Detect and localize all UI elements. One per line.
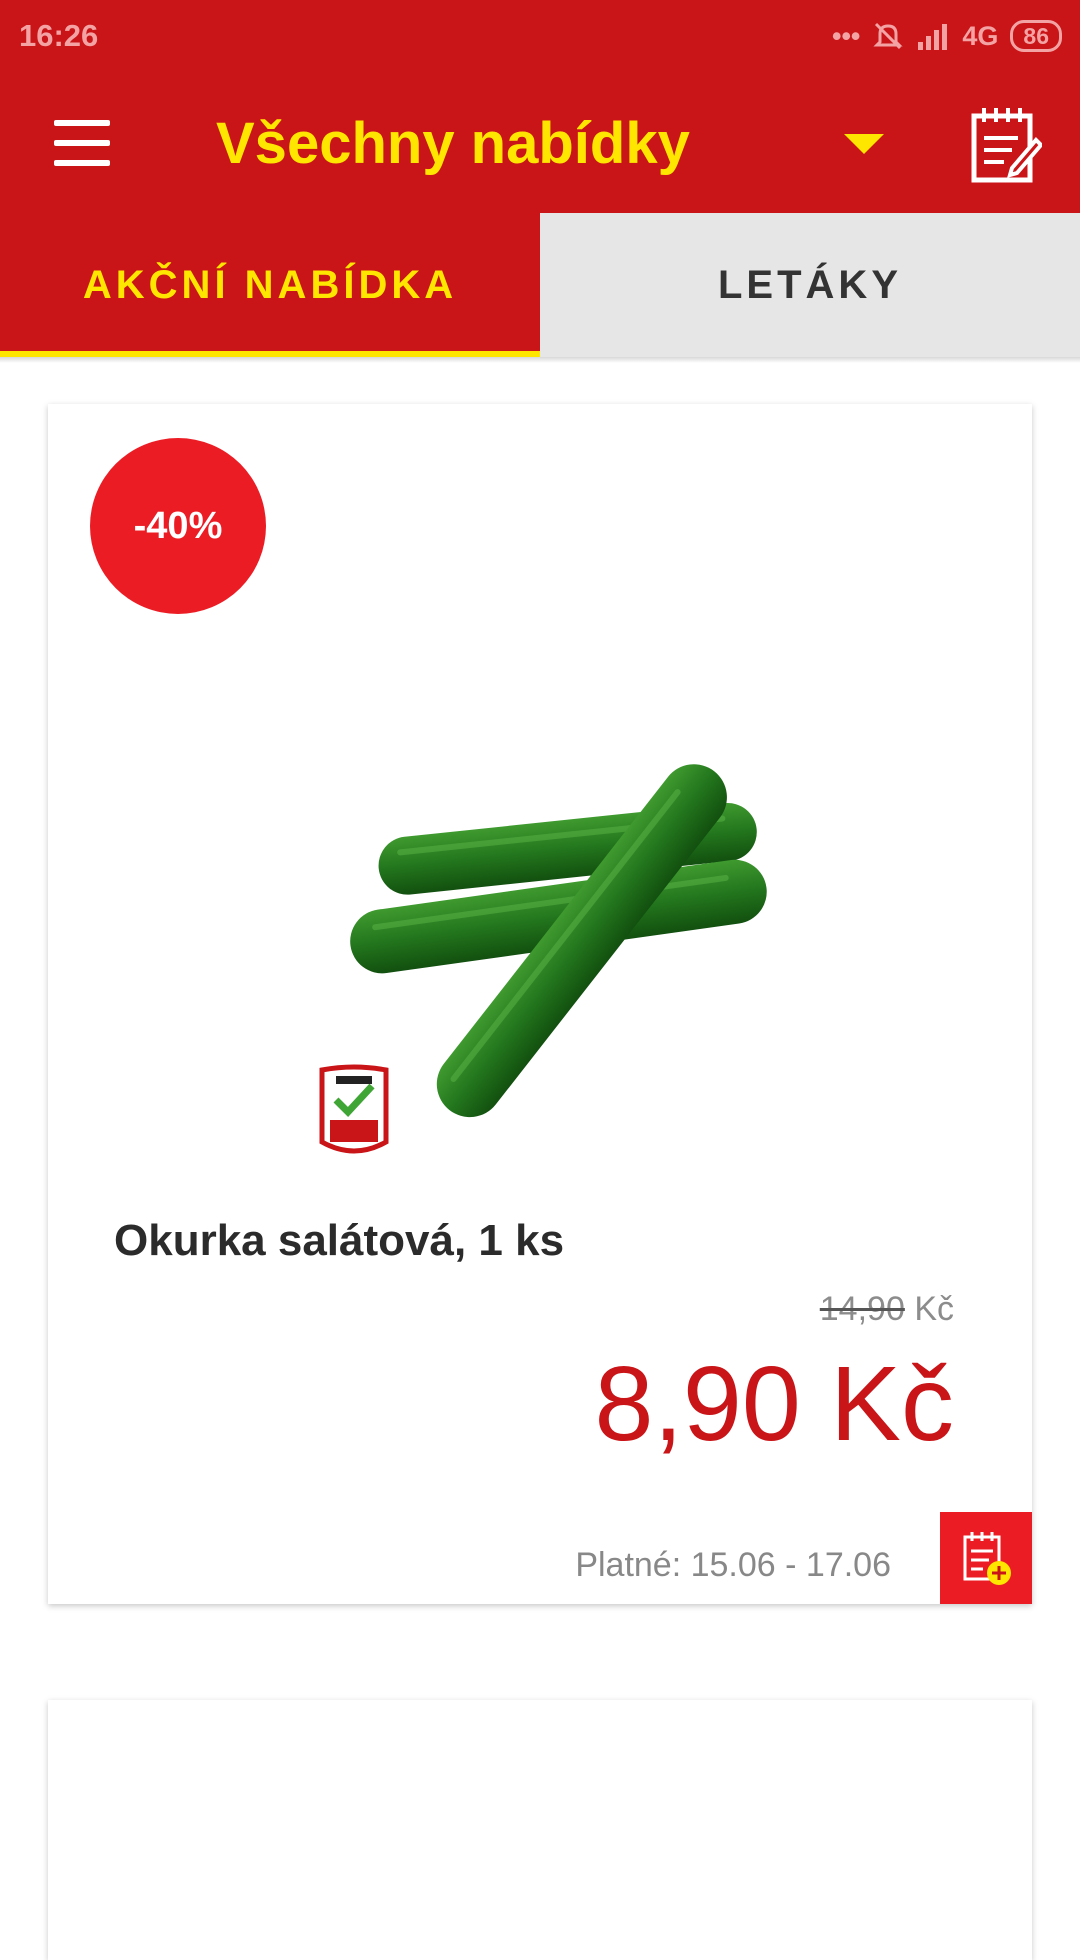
more-dots-icon: ••• [832,20,861,51]
tab-bar: AKČNÍ NABÍDKA LETÁKY [0,213,1080,357]
tab-letaky[interactable]: LETÁKY [540,213,1080,357]
cucumber-image [350,764,767,1118]
signal-icon [918,24,948,50]
dropdown-caret-icon[interactable] [844,134,884,154]
old-price-currency: Kč [914,1290,954,1328]
fer-potravina-badge-icon [319,1064,389,1154]
add-to-list-button[interactable] [940,1512,1032,1604]
menu-icon[interactable] [54,120,112,166]
offer-card[interactable]: -40% Okurka salátová, 1 ks 14,90 Kč 8,90… [48,404,1032,1604]
old-price-value: 14,90 [819,1290,905,1328]
offer-card-next[interactable] [48,1700,1032,1960]
validity-dates: Platné: 15.06 - 17.06 [575,1546,891,1584]
tab-akcni-nabidka[interactable]: AKČNÍ NABÍDKA [0,213,540,357]
battery-icon: 86 [1010,20,1062,52]
network-label: 4G [962,20,999,51]
tab-shadow [0,357,1080,363]
discount-badge: -40% [90,438,266,614]
page-title[interactable]: Všechny nabídky [216,110,690,177]
bell-off-icon [873,22,903,50]
old-price: 14,90 Kč [820,1290,954,1329]
status-icons: ••• 4G 86 [832,16,1062,56]
shopping-list-icon[interactable] [968,104,1044,184]
add-to-list-icon [963,1532,1011,1585]
new-price: 8,90 Kč [594,1345,954,1463]
status-bar: 16:26 ••• 4G 86 [0,0,1080,72]
status-time: 16:26 [19,18,99,53]
product-name: Okurka salátová, 1 ks [114,1216,565,1265]
app-header: 16:26 ••• 4G 86 Všechny nabídky [0,0,1080,213]
